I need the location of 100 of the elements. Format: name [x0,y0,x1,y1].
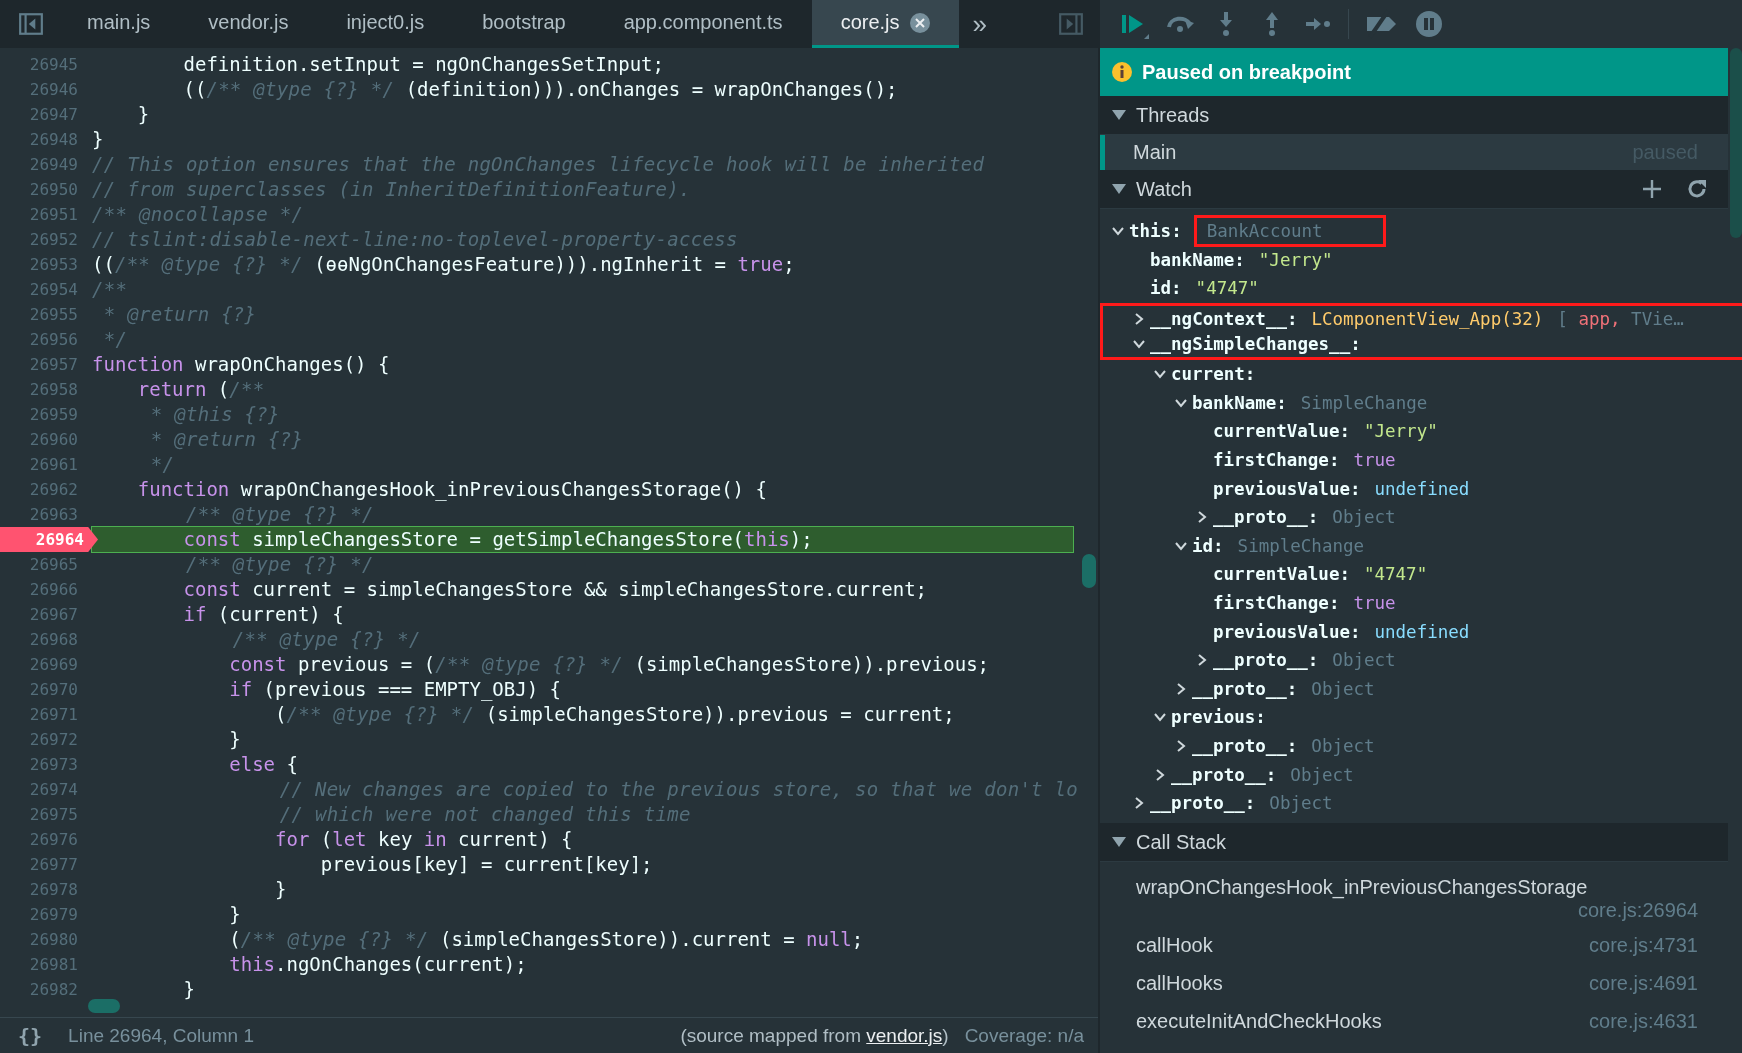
refresh-icon[interactable] [1686,178,1708,200]
line-number[interactable]: 26966 [0,577,86,602]
property-value: SimpleChange [1236,535,1366,556]
pause-icon[interactable] [1413,8,1445,40]
code-line: * @this {?} [149,402,280,427]
scrollbar-thumb[interactable] [1730,48,1742,238]
line-number[interactable]: 26973 [0,752,86,777]
line-number[interactable]: 26975 [0,802,86,827]
editor-tab[interactable]: bootstrap [453,0,595,48]
line-number[interactable]: 26949 [0,152,86,177]
code-line: const current = simpleChangesStore && simpleChangesStore.current; [182,577,928,602]
section-header[interactable]: Threads [1100,96,1728,135]
line-number[interactable]: 26948 [0,127,86,152]
stack-frame[interactable]: callHooks core.js:4691 [1100,964,1728,1003]
editor-tab[interactable]: vendor.js [179,0,318,48]
line-number[interactable]: 26971 [0,702,86,727]
line-number[interactable]: 26978 [0,877,86,902]
line-number[interactable]: 26970 [0,677,86,702]
close-icon[interactable] [909,12,930,33]
line-number[interactable]: 26968 [0,627,86,652]
frame-location: core.js:26964 [1577,899,1698,923]
add-icon[interactable] [1642,179,1662,199]
pretty-print-button[interactable]: {} [18,1023,43,1048]
line-number[interactable]: 26959 [0,402,86,427]
property-value: true [1352,593,1397,613]
line-number[interactable]: 26974 [0,777,86,802]
code-line: return (/** [136,377,265,402]
line-number[interactable]: 26976 [0,827,86,852]
property-name: bankName: [1192,392,1287,413]
line-number[interactable]: 26962 [0,477,86,502]
line-number[interactable]: 26955 [0,302,86,327]
line-number[interactable]: 26950 [0,177,86,202]
stack-frame[interactable]: executeInitAndCheckHooks core.js:4631 [1100,1002,1728,1041]
function-name: callHook [1136,933,1214,957]
scrollbar-thumb[interactable] [1082,554,1096,588]
code-line: */ [102,327,128,352]
line-number[interactable]: 26954 [0,277,86,302]
code-line: * @return {?} [102,302,257,327]
code-line: // from superclasses (in InheritDefinitionFeature). [92,177,691,202]
code-line: } [228,902,241,927]
property-name: __proto__: [1192,736,1298,756]
line-number[interactable]: 26952 [0,227,86,252]
property-value: Object [1310,736,1376,756]
line-number[interactable]: 26956 [0,327,86,352]
more-tabs-button[interactable]: » [972,8,987,40]
stack-frame[interactable]: callHook core.js:4731 [1100,926,1728,965]
code-line: previous[key] = current[key]; [319,852,653,877]
code-line: */ [149,452,175,477]
breakpoint-line-number[interactable]: 26964 [0,527,98,552]
toggle-sidebar-icon[interactable] [18,11,44,37]
stack-frame[interactable]: wrapOnChangesHook_inPreviousChangesStorage core.js:26964 [1100,862,1728,927]
editor-tab[interactable]: app.component.ts [594,0,812,48]
code-line: (/** @type {?} */ (simpleChangesStore)).previous = current; [274,702,955,727]
line-number[interactable]: 26946 [0,77,86,102]
code-line: this.ngOnChanges(current); [228,952,527,977]
property-name: previousValue: [1213,478,1361,499]
thread-name: Main [1133,141,1178,164]
line-number[interactable]: 26961 [0,452,86,477]
code-line: function wrapOnChanges() { [92,352,390,377]
line-number[interactable]: 26960 [0,427,86,452]
line-number[interactable]: 26951 [0,202,86,227]
line-number[interactable]: 26981 [0,952,86,977]
line-number[interactable]: 26980 [0,927,86,952]
property-name: currentValue: [1213,564,1350,585]
coverage-text: Coverage: n/a [964,1024,1084,1047]
editor-tab[interactable]: main.js [58,0,180,48]
line-number[interactable]: 26965 [0,552,86,577]
property-value: Object [1331,650,1397,671]
property-value: "4747" [1194,278,1260,299]
scrollbar-thumb[interactable] [88,999,120,1013]
line-number[interactable]: 26982 [0,977,86,1002]
property-value: LComponentView_App(32) [1310,308,1545,329]
line-number[interactable]: 26953 [0,252,86,277]
line-number[interactable]: 26977 [0,852,86,877]
editor-tab[interactable]: inject0.js [317,0,454,48]
vendor-link[interactable]: vendor.js [866,1024,943,1046]
section-header[interactable]: Watch [1112,177,1192,201]
section-header[interactable]: Call Stack [1100,823,1728,863]
code-line: } [136,102,150,127]
line-number[interactable]: 26972 [0,727,86,752]
line-number[interactable]: 26963 [0,502,86,527]
property-name: id: [1150,278,1182,299]
line-number[interactable]: 26957 [0,352,86,377]
property-name: current: [1171,364,1256,385]
code-line: /** @nocollapse */ [92,202,304,227]
line-number[interactable]: 26945 [0,52,86,77]
code-line: /** @type {?} */ [231,627,421,652]
code-line: /** @type {?} */ [184,552,374,577]
editor-tab[interactable]: core.js [811,0,959,48]
property-value: Object [1331,507,1397,528]
line-number[interactable]: 26958 [0,377,86,402]
property-value: true [1352,450,1397,471]
line-number[interactable]: 26947 [0,102,86,127]
line-number[interactable]: 26967 [0,602,86,627]
toggle-panel-icon[interactable] [1058,11,1084,37]
function-name: callHooks [1136,971,1224,995]
line-number[interactable]: 26969 [0,652,86,677]
property-name: __ngSimpleChanges__: [1150,334,1361,355]
line-number[interactable]: 26979 [0,902,86,927]
code-line: const previous = (/** @type {?} */ (simpleChangesStore)).previous; [228,652,990,677]
